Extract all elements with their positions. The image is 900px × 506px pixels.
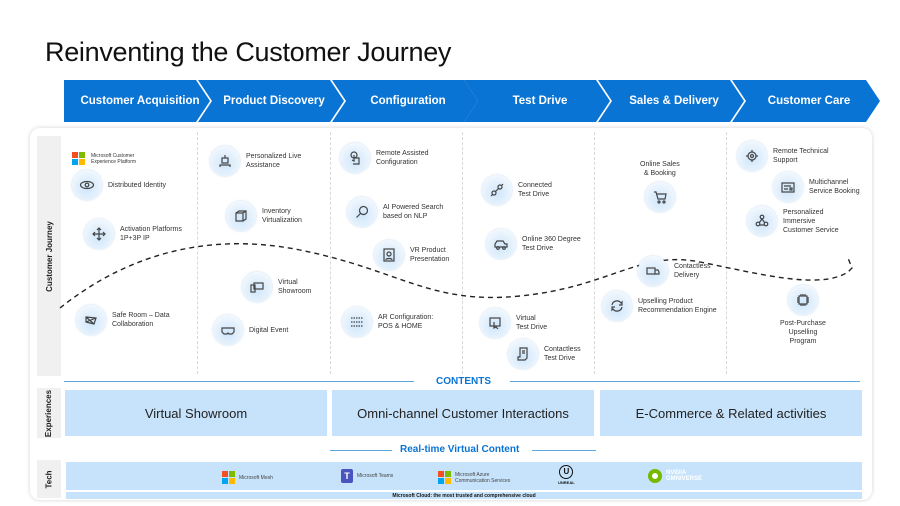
experience-ecommerce: E-Commerce & Related activities <box>600 390 862 436</box>
item-distributed-identity: Distributed Identity <box>72 170 166 200</box>
item-label: Post-Purchase Upselling Program <box>780 320 826 345</box>
item-personalized-live-assistance: Personalized Live Assistance <box>210 146 301 176</box>
document-icon <box>508 339 538 369</box>
item-label: Contactless Test Drive <box>544 346 581 362</box>
divider-line <box>510 381 860 382</box>
item-ai-powered-search: AI Powered Search based on NLP <box>347 197 443 227</box>
item-label: Multichannel Service Booking <box>809 179 860 195</box>
item-post-purchase-upselling: Post-Purchase Upselling Program <box>780 285 826 346</box>
logo-microsoft-teams: T Microsoft Teams <box>341 469 393 483</box>
chip-icon <box>787 285 818 315</box>
item-ms-customer-experience-platform: Microsoft Customer Experience Platform <box>72 152 136 165</box>
network-icon <box>76 305 106 335</box>
touch-icon <box>340 143 370 173</box>
item-label: Online Sales & Booking <box>640 161 680 177</box>
item-personalized-immersive-service: Personalized Immersive Customer Service <box>747 206 839 236</box>
item-label: AI Powered Search based on NLP <box>383 204 444 220</box>
truck-icon <box>638 256 668 286</box>
unreal-logo-icon: U <box>559 465 574 479</box>
item-label: Microsoft Customer Experience Platform <box>91 152 137 165</box>
item-virtual-test-drive: Virtual Test Drive <box>480 308 547 338</box>
item-label: Virtual Showroom <box>278 279 312 295</box>
item-online-360-test-drive: Online 360 Degree Test Drive <box>486 229 581 259</box>
microsoft-logo-icon <box>438 471 451 484</box>
logo-azure-communication: Microsoft Azure Communication Services <box>438 471 510 484</box>
item-label: Connected Test Drive <box>518 182 552 198</box>
item-multichannel-service-booking: Multichannel Service Booking <box>773 172 860 202</box>
item-online-sales-booking: Online Sales & Booking <box>640 160 680 212</box>
item-activation-platforms: Activation Platforms 1P+3P IP <box>84 219 182 249</box>
item-label: Inventory Virtualization <box>262 208 302 224</box>
cart-icon <box>644 182 675 212</box>
item-digital-event: Digital Event <box>213 315 288 345</box>
monitor-hand-icon <box>480 308 510 338</box>
item-label: Digital Event <box>249 326 289 334</box>
refresh-icon <box>602 291 632 321</box>
item-label: Safe Room – Data Collaboration <box>112 312 170 328</box>
item-label: Personalized Immersive Customer Service <box>783 208 839 234</box>
item-label: Remote Assisted Configuration <box>376 150 429 166</box>
robot-icon <box>210 146 240 176</box>
people-icon <box>747 206 777 236</box>
item-ar-configuration: AR Configuration: POS & HOME <box>342 307 433 337</box>
experience-virtual-showroom: Virtual Showroom <box>65 390 327 436</box>
item-contactless-delivery: Contactless Delivery <box>638 256 711 286</box>
presentation-icon <box>374 240 404 270</box>
divider-line <box>330 450 392 451</box>
item-connected-test-drive: Connected Test Drive <box>482 175 552 205</box>
item-remote-technical-support: Remote Technical Support <box>737 141 829 171</box>
item-virtual-showroom: Virtual Showroom <box>242 272 311 302</box>
item-label: Remote Technical Support <box>773 148 829 164</box>
logo-unreal: U UNREAL <box>558 465 575 485</box>
item-vr-product-presentation: VR Product Presentation <box>374 240 449 270</box>
experience-omnichannel: Omni-channel Customer Interactions <box>332 390 594 436</box>
item-label: Virtual Test Drive <box>516 315 548 331</box>
microsoft-logo-icon <box>72 152 85 165</box>
vr-headset-icon <box>213 315 243 345</box>
contents-heading: CONTENTS <box>436 376 491 387</box>
devices-icon <box>242 272 272 302</box>
gear-search-icon <box>737 141 767 171</box>
car-icon <box>486 229 516 259</box>
item-upselling-recommendation: Upselling Product Recommendation Engine <box>602 291 717 321</box>
eye-icon <box>72 170 102 200</box>
nvidia-logo-icon <box>648 469 662 483</box>
cube-icon <box>226 201 256 231</box>
teams-logo-icon: T <box>341 469 353 483</box>
search-icon <box>347 197 377 227</box>
logo-microsoft-mesh: Microsoft Mesh <box>222 471 273 484</box>
link-icon <box>482 175 512 205</box>
item-label: Online 360 Degree Test Drive <box>522 236 581 252</box>
item-inventory-virtualization: Inventory Virtualization <box>226 201 302 231</box>
item-label: Upselling Product Recommendation Engine <box>638 298 717 314</box>
microsoft-cloud-footer: Microsoft Cloud: the most trusted and co… <box>66 492 862 499</box>
microsoft-logo-icon <box>222 471 235 484</box>
form-icon <box>773 172 803 202</box>
logo-nvidia-omniverse: NVIDIA OMNIVERSE <box>648 469 702 483</box>
binary-icon <box>342 307 372 337</box>
realtime-heading: Real-time Virtual Content <box>400 444 520 455</box>
item-label: Personalized Live Assistance <box>246 153 302 169</box>
item-safe-room: Safe Room – Data Collaboration <box>76 305 170 335</box>
divider-line <box>64 381 414 382</box>
item-label: Distributed Identity <box>108 181 166 189</box>
item-contactless-test-drive: Contactless Test Drive <box>508 339 581 369</box>
item-label: VR Product Presentation <box>410 247 450 263</box>
item-label: Contactless Delivery <box>674 263 711 279</box>
item-remote-assisted-configuration: Remote Assisted Configuration <box>340 143 429 173</box>
arrows-expand-icon <box>84 219 114 249</box>
item-label: Activation Platforms 1P+3P IP <box>120 226 182 242</box>
divider-line <box>532 450 596 451</box>
item-label: AR Configuration: POS & HOME <box>378 314 434 330</box>
